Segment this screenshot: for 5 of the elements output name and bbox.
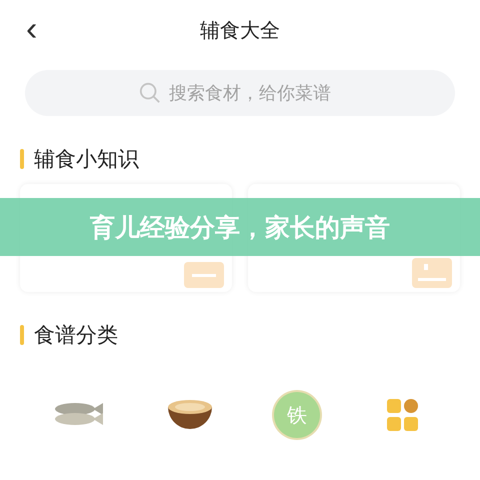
iron-label: 铁 [286,402,307,428]
page-title: 辅食大全 [200,16,280,44]
section-title: 辅食小知识 [34,146,139,173]
banner-text: 育儿经验分享，家长的声音 [90,212,390,244]
section-title: 食谱分类 [34,322,118,349]
